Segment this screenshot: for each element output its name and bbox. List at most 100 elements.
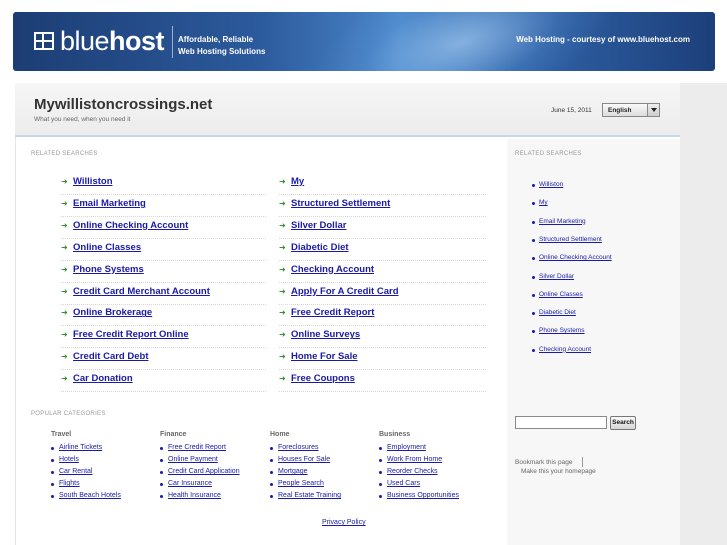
related-search-item[interactable]: ➜ Checking Account [279, 262, 486, 283]
related-search-item[interactable]: ➜ Free Credit Report Online [61, 327, 266, 349]
related-search-link[interactable]: Car Donation [73, 373, 133, 384]
arrow-right-icon: ➜ [279, 198, 286, 208]
sidebar-link[interactable]: Phone Systems [539, 327, 585, 334]
category-link[interactable]: People Search [278, 480, 324, 487]
category-link[interactable]: Real Estate Training [278, 492, 341, 499]
category-link[interactable]: Foreclosures [278, 444, 318, 451]
related-search-link[interactable]: Phone Systems [73, 264, 144, 275]
category-link[interactable]: Work From Home [387, 456, 442, 463]
bookmark-link[interactable]: Bookmark this page [515, 459, 572, 466]
category-link[interactable]: Flights [59, 480, 80, 487]
page-margin [680, 83, 727, 545]
related-search-item[interactable]: ➜ Williston [61, 174, 266, 195]
banner-courtesy[interactable]: Web Hosting - courtesy of www.bluehost.c… [516, 35, 690, 44]
related-search-link[interactable]: Apply For A Credit Card [291, 286, 399, 297]
related-search-item[interactable]: ➜ Online Checking Account [61, 218, 266, 239]
sidebar-link[interactable]: Structured Settlement [539, 236, 602, 243]
category-link[interactable]: Employment [387, 444, 426, 451]
arrow-right-icon: ➜ [61, 264, 68, 274]
related-search-link[interactable]: Online Checking Account [73, 220, 188, 231]
related-search-link[interactable]: Free Credit Report [291, 307, 374, 318]
related-search-item[interactable]: ➜ Free Credit Report [279, 305, 486, 327]
category-link[interactable]: Houses For Sale [278, 456, 330, 463]
category-link[interactable]: Car Rental [59, 468, 92, 475]
related-search-item[interactable]: ➜ Free Coupons [279, 371, 486, 393]
sidebar-link[interactable]: Online Checking Account [539, 254, 612, 261]
arrow-right-icon: ➜ [279, 352, 286, 362]
homepage-link[interactable]: Make this your homepage [521, 468, 596, 475]
category-link[interactable]: Airline Tickets [59, 444, 102, 451]
arrow-right-icon: ➜ [279, 374, 286, 384]
related-search-link[interactable]: Williston [73, 176, 113, 187]
category-link[interactable]: Online Payment [168, 456, 218, 463]
arrow-right-icon: ➜ [279, 308, 286, 318]
related-search-link[interactable]: Structured Settlement [291, 198, 390, 209]
related-search-item[interactable]: ➜ Online Brokerage [61, 305, 266, 327]
category-link[interactable]: Business Opportunities [387, 492, 459, 499]
related-search-link[interactable]: Checking Account [291, 264, 374, 275]
related-search-link[interactable]: Online Surveys [291, 329, 360, 340]
sidebar-link[interactable]: Email Marketing [539, 218, 586, 225]
sidebar-link[interactable]: Diabetic Diet [539, 309, 576, 316]
category-link[interactable]: South Beach Hotels [59, 492, 121, 499]
sidebar-link[interactable]: Silver Dollar [539, 273, 574, 280]
related-search-item[interactable]: ➜ Online Classes [61, 240, 266, 261]
related-search-item[interactable]: ➜ Silver Dollar [279, 218, 486, 239]
category-link[interactable]: Used Cars [387, 480, 420, 487]
chevron-down-icon[interactable] [647, 104, 659, 116]
related-search-link[interactable]: Home For Sale [291, 351, 358, 362]
related-search-link[interactable]: Diabetic Diet [291, 242, 349, 253]
category-link[interactable]: Reorder Checks [387, 468, 438, 475]
bullet-icon [51, 447, 54, 450]
related-search-item[interactable]: ➜ Car Donation [61, 371, 266, 393]
category-link[interactable]: Car Insurance [168, 480, 212, 487]
category-heading: Home [270, 431, 290, 438]
related-search-item[interactable]: ➜ Credit Card Debt [61, 349, 266, 371]
related-search-item[interactable]: ➜ Phone Systems [61, 262, 266, 283]
category-link[interactable]: Free Credit Report [168, 444, 226, 451]
current-date: June 15, 2011 [551, 107, 592, 114]
site-header: Mywillistoncrossings.net What you need, … [15, 83, 680, 137]
related-search-item[interactable]: ➜ My [279, 174, 486, 195]
sidebar-link[interactable]: Online Classes [539, 291, 583, 298]
sidebar-link[interactable]: Checking Account [539, 346, 591, 353]
related-search-item[interactable]: ➜ Online Surveys [279, 327, 486, 349]
bullet-icon [532, 293, 535, 297]
related-search-link[interactable]: Silver Dollar [291, 220, 346, 231]
arrow-right-icon: ➜ [61, 330, 68, 340]
related-search-link[interactable]: Free Credit Report Online [73, 329, 189, 340]
search-button[interactable]: Search [610, 416, 636, 430]
related-search-item[interactable]: ➜ Apply For A Credit Card [279, 284, 486, 305]
related-search-link[interactable]: Credit Card Debt [73, 351, 148, 362]
sidebar-link[interactable]: Williston [539, 181, 563, 188]
language-select[interactable]: English [602, 103, 660, 117]
category-link[interactable]: Hotels [59, 456, 79, 463]
category-link[interactable]: Health Insurance [168, 492, 221, 499]
arrow-right-icon: ➜ [279, 286, 286, 296]
related-search-link[interactable]: Credit Card Merchant Account [73, 286, 210, 297]
related-search-link[interactable]: Email Marketing [73, 198, 146, 209]
arrow-right-icon: ➜ [61, 286, 68, 296]
sidebar-link[interactable]: My [539, 199, 548, 206]
arrow-right-icon: ➜ [279, 264, 286, 274]
bluehost-banner[interactable]: bluehost Affordable, Reliable Web Hostin… [13, 12, 715, 71]
related-search-item[interactable]: ➜ Home For Sale [279, 349, 486, 371]
related-search-item[interactable]: ➜ Diabetic Diet [279, 240, 486, 261]
bluehost-logo[interactable]: bluehost [60, 26, 165, 57]
search-input[interactable] [515, 416, 607, 429]
related-search-link[interactable]: Online Brokerage [73, 307, 152, 318]
category-link[interactable]: Credit Card Application [168, 468, 240, 475]
related-search-link[interactable]: My [291, 176, 304, 187]
category-heading: Business [379, 431, 411, 438]
related-search-item[interactable]: ➜ Credit Card Merchant Account [61, 284, 266, 305]
privacy-policy-link[interactable]: Privacy Policy [322, 519, 366, 526]
popular-categories-label: POPULAR CATEGORIES [31, 411, 106, 417]
related-search-item[interactable]: ➜ Email Marketing [61, 196, 266, 217]
category-link[interactable]: Mortgage [278, 468, 308, 475]
related-search-item[interactable]: ➜ Structured Settlement [279, 196, 486, 217]
arrow-right-icon: ➜ [279, 177, 286, 186]
arrow-right-icon: ➜ [61, 352, 68, 362]
bullet-icon [532, 348, 535, 352]
related-search-link[interactable]: Free Coupons [291, 373, 355, 384]
related-search-link[interactable]: Online Classes [73, 242, 141, 253]
